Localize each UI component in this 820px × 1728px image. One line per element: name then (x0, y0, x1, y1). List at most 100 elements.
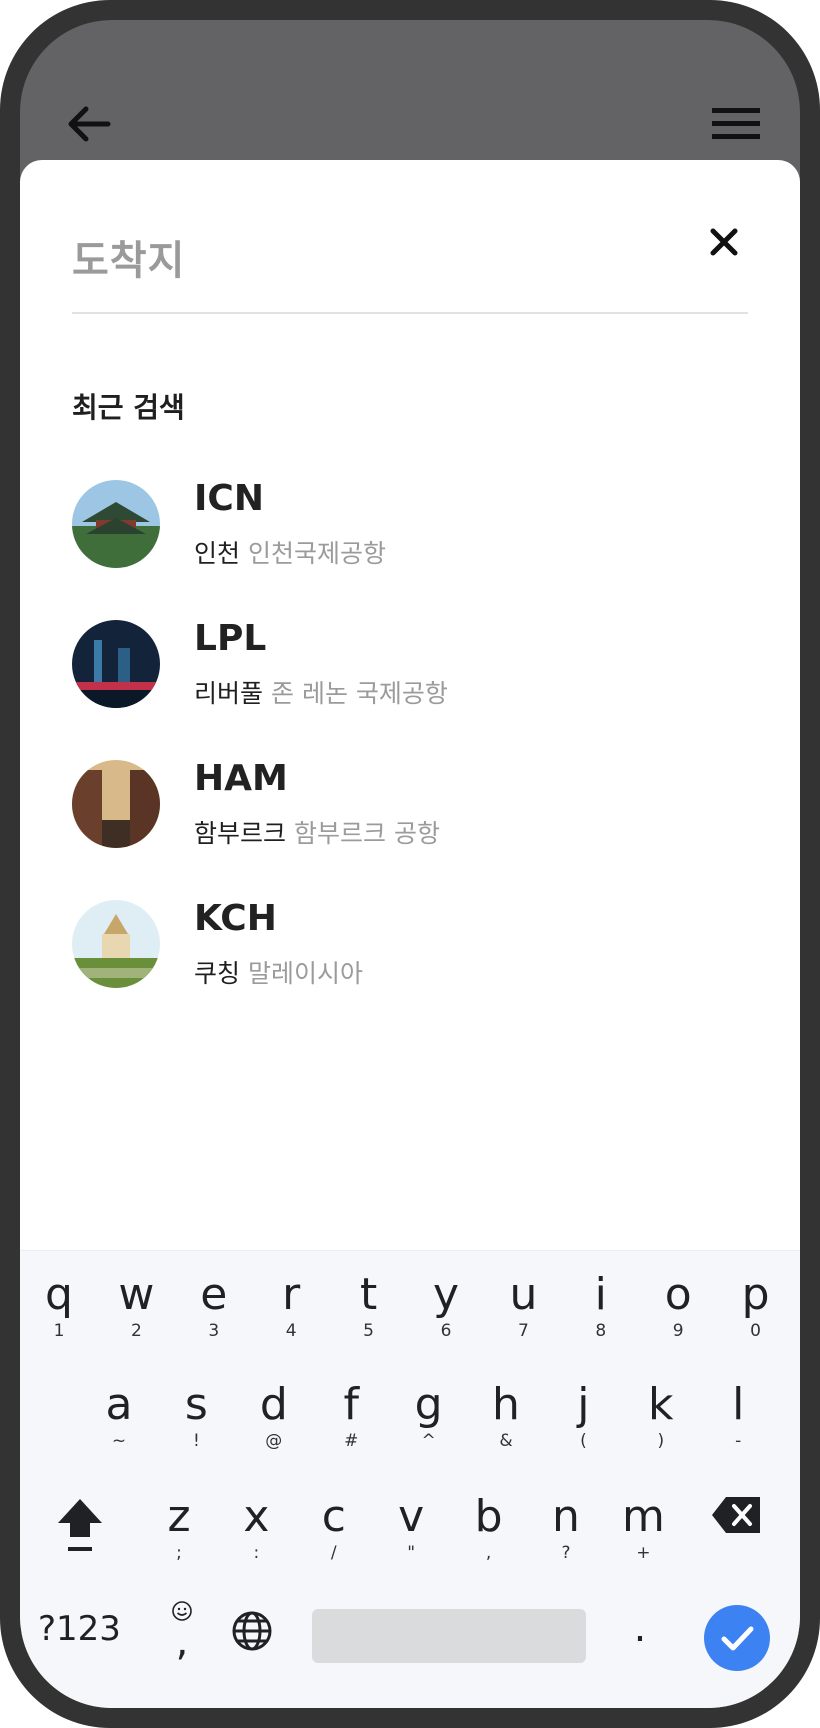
key-p[interactable]: p0 (721, 1251, 791, 1351)
key-s[interactable]: s! (161, 1361, 231, 1461)
recent-search-item[interactable]: KCH 쿠칭 말레이시아 (20, 892, 800, 1012)
close-button[interactable] (696, 214, 752, 270)
destination-subtitle: 함부르크 함부르크 공항 (194, 814, 440, 850)
key-hint: ~ (111, 1431, 127, 1451)
key-hint: 0 (750, 1321, 761, 1341)
key-hint: 1 (53, 1321, 65, 1341)
arrow-left-icon (68, 106, 111, 142)
key-e[interactable]: e3 (179, 1251, 249, 1351)
key-label: a (105, 1379, 133, 1430)
destination-thumbnail (72, 900, 160, 988)
key-hint: 6 (440, 1321, 452, 1341)
key-hint: 8 (595, 1321, 607, 1341)
key-label: m (621, 1491, 665, 1542)
recent-searches-heading: 최근 검색 (72, 391, 185, 424)
key-hint: 9 (672, 1321, 684, 1341)
destination-thumbnail (72, 760, 160, 848)
key-d[interactable]: d @ (239, 1361, 309, 1461)
key-hint: ; (176, 1543, 182, 1563)
phone-frame: 도착지 최근 검색 ICN 인천 인천국제공항 LPL 리버풀 존 레논 국제공… (0, 0, 820, 1728)
screen: 도착지 최근 검색 ICN 인천 인천국제공항 LPL 리버풀 존 레논 국제공… (20, 20, 800, 1708)
key-hint: ( (580, 1431, 587, 1451)
key-z[interactable]: z; (144, 1473, 214, 1573)
key-k[interactable]: k) (626, 1361, 696, 1461)
key-l[interactable]: l- (703, 1361, 773, 1461)
key-label: y (432, 1269, 460, 1320)
menu-button[interactable] (706, 96, 766, 152)
destination-subtitle: 쿠칭 말레이시아 (194, 954, 363, 990)
key-label: v (398, 1491, 425, 1542)
period-key[interactable]: . (620, 1605, 660, 1651)
city-name: 리버풀 (194, 679, 264, 708)
key-label: d (259, 1379, 288, 1430)
airport-code: LPL (194, 618, 267, 659)
airport-code: HAM (194, 758, 288, 799)
key-i[interactable]: i8 (566, 1251, 636, 1351)
key-label: i (594, 1269, 607, 1320)
key-q[interactable]: q1 (24, 1251, 94, 1351)
app-bar (20, 20, 800, 160)
city-name: 함부르크 (194, 819, 287, 848)
key-label: b (474, 1491, 503, 1542)
key-m[interactable]: m + (608, 1473, 678, 1573)
key-label: k (648, 1379, 674, 1430)
key-hint: - (735, 1431, 742, 1451)
globe-icon (232, 1611, 272, 1651)
back-button[interactable] (58, 94, 118, 154)
destination-thumbnail (72, 480, 160, 568)
enter-key[interactable] (704, 1605, 770, 1671)
key-r[interactable]: r4 (256, 1251, 326, 1351)
key-j[interactable]: j( (548, 1361, 618, 1461)
key-y[interactable]: y6 (411, 1251, 481, 1351)
key-hint: 2 (130, 1321, 142, 1341)
destination-subtitle: 인천 인천국제공항 (194, 534, 386, 570)
close-icon (710, 228, 738, 256)
key-w[interactable]: w2 (101, 1251, 171, 1351)
symbols-key[interactable]: ?123 (38, 1609, 121, 1649)
key-hint: 3 (208, 1321, 220, 1341)
language-key[interactable] (230, 1609, 274, 1653)
comma-key[interactable]: , (160, 1599, 204, 1669)
key-label: j (577, 1379, 590, 1430)
comma-label: , (175, 1619, 189, 1665)
key-h[interactable]: h & (471, 1361, 541, 1461)
key-u[interactable]: u7 (488, 1251, 558, 1351)
airport-name: 말레이시아 (248, 959, 364, 988)
key-v[interactable]: v " (376, 1473, 446, 1573)
recent-search-item[interactable]: LPL 리버풀 존 레논 국제공항 (20, 612, 800, 732)
key-x[interactable]: x: (221, 1473, 291, 1573)
key-label: g (414, 1379, 443, 1430)
key-label: s (184, 1379, 208, 1430)
space-bar[interactable] (312, 1609, 586, 1663)
key-o[interactable]: o9 (643, 1251, 713, 1351)
key-t[interactable]: t5 (334, 1251, 404, 1351)
key-hint: ? (561, 1543, 571, 1563)
key-hint: : (253, 1543, 260, 1563)
shift-key[interactable] (50, 1489, 110, 1559)
city-name: 인천 (194, 539, 241, 568)
checkmark-icon (721, 1626, 754, 1651)
key-n[interactable]: n? (531, 1473, 601, 1573)
airport-name: 존 레논 국제공항 (271, 679, 448, 708)
sheet-title: 도착지 (72, 238, 186, 284)
key-c[interactable]: c / (299, 1473, 369, 1573)
key-b[interactable]: b, (454, 1473, 524, 1573)
key-label: f (343, 1379, 359, 1430)
key-hint: / (330, 1543, 337, 1563)
destination-subtitle: 리버풀 존 레논 국제공항 (194, 674, 448, 710)
recent-search-item[interactable]: ICN 인천 인천국제공항 (20, 472, 800, 592)
divider (72, 312, 748, 314)
city-name: 쿠칭 (194, 959, 241, 988)
key-a[interactable]: a ~ (84, 1361, 154, 1461)
key-hint: @ (265, 1431, 283, 1451)
backspace-key[interactable] (710, 1493, 764, 1537)
key-hint: 7 (517, 1321, 529, 1341)
key-f[interactable]: f # (316, 1361, 386, 1461)
key-hint: ) (657, 1431, 665, 1451)
key-hint: + (636, 1543, 651, 1563)
key-label: n (552, 1491, 580, 1542)
key-label: z (167, 1491, 191, 1542)
recent-search-item[interactable]: HAM 함부르크 함부르크 공항 (20, 752, 800, 872)
key-label: q (45, 1269, 73, 1320)
key-g[interactable]: g ^ (394, 1361, 464, 1461)
